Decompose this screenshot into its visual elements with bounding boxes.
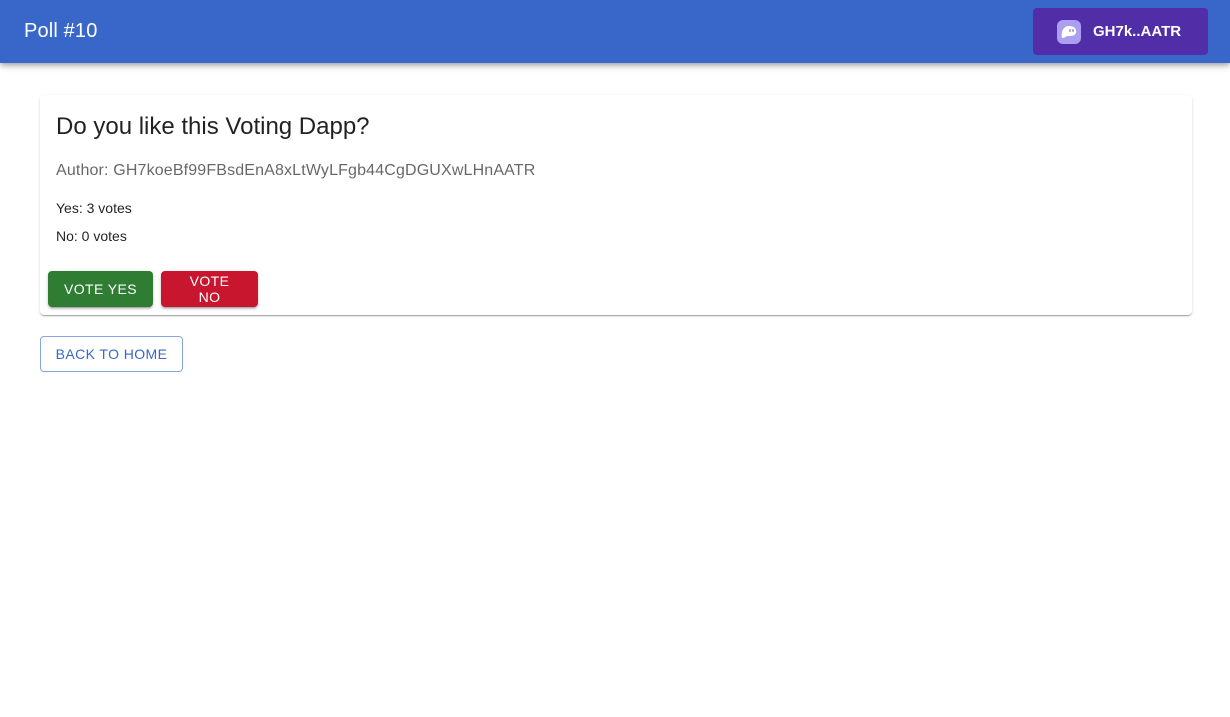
wallet-button[interactable]: GH7k..AATR [1033,8,1208,55]
phantom-ghost-icon [1057,19,1081,44]
app-bar: Poll #10 GH7k..AATR [0,0,1230,63]
yes-vote-count: Yes: 3 votes [56,200,132,216]
wallet-address-label: GH7k..AATR [1093,23,1182,40]
back-to-home-button[interactable]: BACK TO HOME [40,336,183,372]
vote-yes-button[interactable]: VOTE YES [48,271,153,307]
poll-author: Author: GH7koeBf99FBsdEnA8xLtWyLFgb44CgD… [56,162,536,179]
page-title: Poll #10 [24,20,98,42]
no-vote-count: No: 0 votes [56,228,127,244]
poll-question: Do you like this Voting Dapp? [56,113,370,140]
poll-card: Do you like this Voting Dapp? Author: GH… [40,95,1192,315]
vote-no-button[interactable]: VOTE NO [161,271,258,307]
